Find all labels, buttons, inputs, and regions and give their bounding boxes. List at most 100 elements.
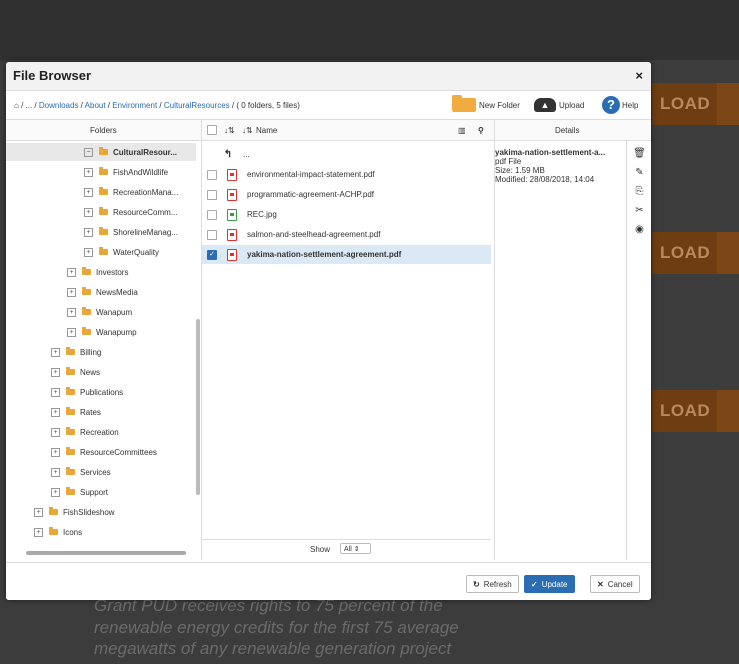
breadcrumb-culturalresources[interactable]: CulturalResources — [164, 101, 230, 110]
folders-header: Folders — [6, 120, 201, 141]
expand-icon[interactable]: + — [51, 367, 60, 377]
cut-icon[interactable]: ✂ — [628, 205, 651, 224]
tree-item-culturalresources[interactable]: − CulturalResour... — [6, 143, 196, 161]
download-band-2[interactable]: LOAD — [652, 232, 739, 274]
file-list: ↰... environmental-impact-statement.pdf … — [202, 141, 491, 541]
file-row[interactable]: programmatic-agreement-ACHP.pdf — [202, 185, 491, 204]
details-header: Details — [495, 120, 651, 141]
sort-name-icon[interactable]: ↓⇅ — [242, 126, 253, 135]
show-filter-select[interactable]: All ⇕ — [340, 543, 371, 554]
help-button[interactable]: ? Help — [602, 95, 638, 115]
expand-icon[interactable]: + — [84, 247, 93, 257]
search-icon[interactable]: ⚲ — [478, 126, 484, 135]
file-checkbox[interactable] — [207, 229, 217, 240]
tree-item-news[interactable]: + News — [51, 363, 100, 381]
view-columns-icon[interactable]: ▥ — [458, 126, 466, 135]
tree-item-icons[interactable]: + Icons — [34, 523, 82, 541]
new-folder-button[interactable]: New Folder — [452, 95, 520, 115]
tree-item-resourcecommittees[interactable]: + ResourceCommittees — [51, 443, 157, 461]
file-row-selected[interactable]: ✓ yakima-nation-settlement-agreement.pdf — [202, 245, 491, 264]
select-all-checkbox[interactable] — [207, 125, 217, 135]
tree-item-newsmedia[interactable]: + NewsMedia — [67, 283, 138, 301]
tree-item-shorelinemanag[interactable]: + ShorelineManag... — [84, 223, 178, 241]
expand-icon[interactable]: + — [84, 207, 93, 217]
refresh-button[interactable]: ↻ Refresh — [466, 575, 519, 593]
tree-item-rates[interactable]: + Rates — [51, 403, 101, 421]
expand-icon[interactable]: + — [51, 467, 60, 477]
tree-item-recreation[interactable]: + Recreation — [51, 423, 119, 441]
tree-item-resourcecomm[interactable]: + ResourceComm... — [84, 203, 177, 221]
expand-icon[interactable]: + — [51, 447, 60, 457]
download-band-1[interactable]: LOAD — [652, 83, 739, 125]
file-row[interactable]: environmental-impact-statement.pdf — [202, 165, 491, 184]
show-filter-bar: Show All ⇕ — [202, 539, 491, 558]
upload-button[interactable]: ▲ Upload — [534, 95, 584, 115]
expand-icon[interactable]: + — [34, 507, 43, 517]
file-checkbox[interactable] — [207, 169, 217, 180]
preview-icon[interactable]: ◉ — [628, 224, 651, 243]
collapse-icon[interactable]: − — [84, 147, 93, 157]
expand-icon[interactable]: + — [84, 227, 93, 237]
tree-item-billing[interactable]: + Billing — [51, 343, 101, 361]
file-checkbox[interactable] — [207, 209, 217, 220]
tree-item-publications[interactable]: + Publications — [51, 383, 123, 401]
folder-tree: − CulturalResour... + FishAndWildlife + Rec… — [6, 141, 201, 560]
folder-icon — [66, 387, 75, 395]
download-band-3[interactable]: LOAD — [652, 390, 739, 432]
expand-icon[interactable]: + — [51, 407, 60, 417]
copy-icon[interactable]: ⎘ — [628, 186, 651, 205]
expand-icon[interactable]: + — [67, 327, 76, 337]
expand-icon[interactable]: + — [34, 527, 43, 537]
tree-item-investors[interactable]: + Investors — [67, 263, 128, 281]
file-actions: 🗑 ✎ ⎘ ✂ ◉ — [628, 148, 651, 243]
parent-folder-row[interactable]: ↰... — [202, 145, 491, 164]
page-header-background — [0, 0, 739, 60]
parent-folder-icon: ↰ — [223, 148, 233, 160]
tree-item-services[interactable]: + Services — [51, 463, 111, 481]
tree-item-fishandwildlife[interactable]: + FishAndWildlife — [84, 163, 168, 181]
expand-icon[interactable]: + — [67, 267, 76, 277]
expand-icon[interactable]: + — [51, 487, 60, 497]
tree-item-waterquality[interactable]: + WaterQuality — [84, 243, 159, 261]
sort-type-icon[interactable]: ↓⇅ — [224, 126, 235, 135]
file-row[interactable]: salmon-and-steelhead-agreement.pdf — [202, 225, 491, 244]
tree-item-wanapump[interactable]: + Wanapump — [67, 323, 137, 341]
expand-icon[interactable]: + — [51, 427, 60, 437]
expand-icon[interactable]: + — [84, 187, 93, 197]
file-checkbox[interactable] — [207, 189, 217, 200]
background-paragraph: Grant PUD receives rights to 75 percent … — [94, 596, 459, 658]
delete-icon[interactable]: 🗑 — [628, 148, 651, 167]
tree-item-fishslideshow[interactable]: + FishSlideshow — [34, 503, 115, 521]
expand-icon[interactable]: + — [51, 347, 60, 357]
tree-item-wanapum[interactable]: + Wanapum — [67, 303, 132, 321]
details-panel: yakima-nation-settlement-a... pdf File S… — [495, 141, 625, 184]
folder-icon — [49, 507, 58, 515]
expand-icon[interactable]: + — [51, 387, 60, 397]
files-header: ↓⇅ ↓⇅ Name ▥ ⚲ — [202, 120, 494, 141]
tree-horizontal-scrollbar[interactable] — [26, 551, 186, 555]
expand-icon[interactable]: + — [67, 287, 76, 297]
dialog-header: File Browser × — [6, 62, 651, 91]
expand-icon[interactable]: + — [67, 307, 76, 317]
cancel-button[interactable]: ✕ Cancel — [590, 575, 640, 593]
folder-icon — [99, 147, 108, 155]
tree-item-recreationmana[interactable]: + RecreationMana... — [84, 183, 178, 201]
folder-icon — [66, 407, 75, 415]
close-icon[interactable]: × — [635, 68, 643, 83]
file-checkbox-checked[interactable]: ✓ — [207, 249, 217, 260]
refresh-icon: ↻ — [473, 579, 480, 589]
folder-icon — [66, 427, 75, 435]
tree-scrollbar[interactable] — [196, 319, 200, 495]
name-column-header[interactable]: Name — [256, 126, 277, 135]
file-row[interactable]: REC.jpg — [202, 205, 491, 224]
folder-icon — [66, 367, 75, 375]
breadcrumb-environment[interactable]: Environment — [112, 101, 157, 110]
rename-icon[interactable]: ✎ — [628, 167, 651, 186]
tree-item-support[interactable]: + Support — [51, 483, 108, 501]
dialog-footer: ↻ Refresh ✓ Update ✕ Cancel — [6, 562, 651, 600]
breadcrumb-about[interactable]: About — [85, 101, 106, 110]
folder-icon — [82, 267, 91, 275]
expand-icon[interactable]: + — [84, 167, 93, 177]
breadcrumb-downloads[interactable]: Downloads — [39, 101, 79, 110]
update-button[interactable]: ✓ Update — [524, 575, 575, 593]
